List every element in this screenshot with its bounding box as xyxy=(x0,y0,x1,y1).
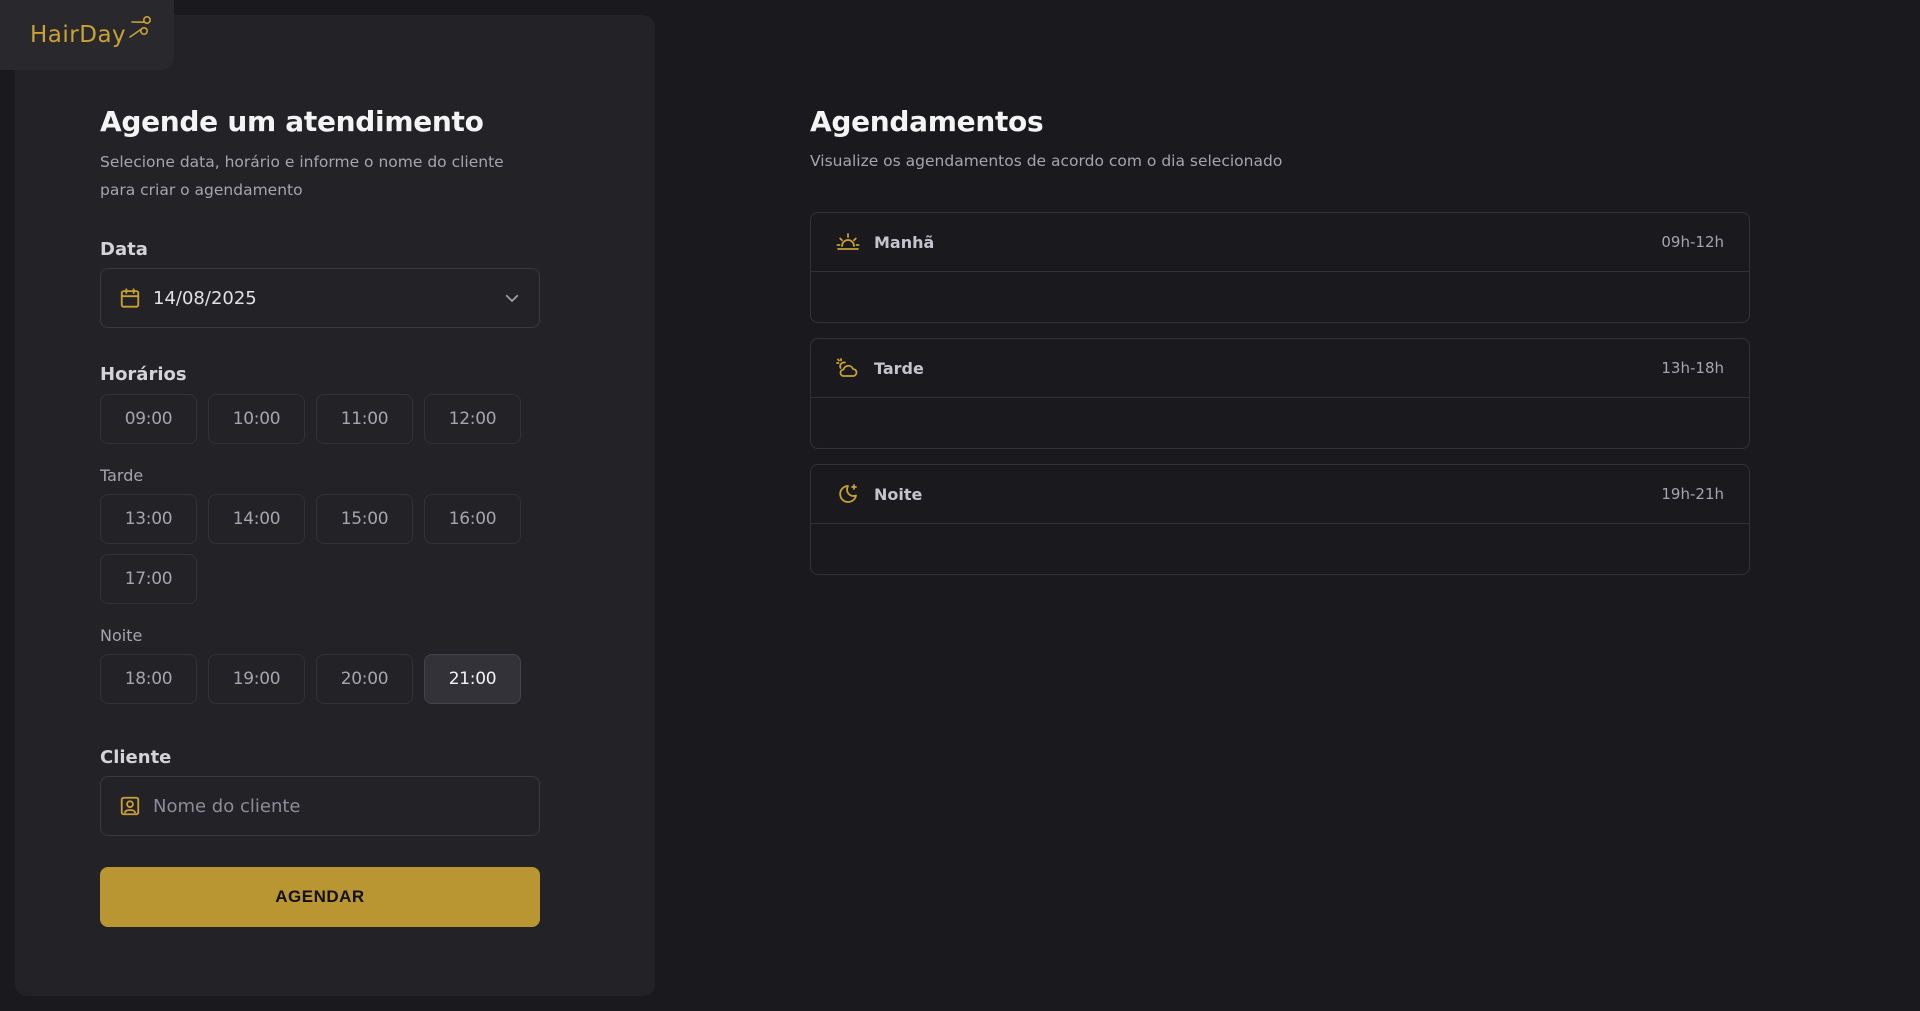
time-slot-1700[interactable]: 17:00 xyxy=(100,554,197,604)
period-card-tarde: Tarde 13h-18h xyxy=(810,338,1750,449)
period-range: 19h-21h xyxy=(1661,485,1724,503)
time-slot-2000[interactable]: 20:00 xyxy=(316,654,413,704)
form-subtitle: Selecione data, horário e informe o nome… xyxy=(100,153,504,199)
noite-label: Noite xyxy=(100,626,143,645)
app-logo: HairDay xyxy=(0,0,174,70)
period-header: Tarde 13h-18h xyxy=(811,339,1749,398)
schedule-description: Visualize os agendamentos de acordo com … xyxy=(810,152,1283,170)
horarios-label: Horários xyxy=(100,364,187,385)
client-name-placeholder: Nome do cliente xyxy=(153,795,301,817)
period-header: Manhã 09h-12h xyxy=(811,213,1749,272)
slots-manha: 09:00 10:00 11:00 12:00 xyxy=(100,394,540,444)
time-slot-1900[interactable]: 19:00 xyxy=(208,654,305,704)
sunrise-icon xyxy=(836,233,860,250)
period-name: Tarde xyxy=(874,358,924,378)
cloud-sun-icon xyxy=(836,358,858,377)
time-slot-1800[interactable]: 18:00 xyxy=(100,654,197,704)
slots-tarde: 13:00 14:00 15:00 16:00 17:00 xyxy=(100,494,540,604)
time-slot-1100[interactable]: 11:00 xyxy=(316,394,413,444)
time-slot-1400[interactable]: 14:00 xyxy=(208,494,305,544)
time-slot-0900[interactable]: 09:00 xyxy=(100,394,197,444)
period-name: Manhã xyxy=(874,232,935,252)
user-square-icon xyxy=(120,796,140,816)
scissors-icon xyxy=(129,15,152,38)
period-range: 09h-12h xyxy=(1661,233,1724,251)
date-value: 14/08/2025 xyxy=(153,287,257,309)
booking-form: Agende um atendimento Selecione data, ho… xyxy=(100,105,540,927)
period-card-manha: Manhã 09h-12h xyxy=(810,212,1750,323)
chevron-down-icon[interactable] xyxy=(503,289,521,307)
client-name-input[interactable]: Nome do cliente xyxy=(100,776,540,836)
time-slot-2100[interactable]: 21:00 xyxy=(424,654,521,704)
time-slot-1000[interactable]: 10:00 xyxy=(208,394,305,444)
period-card-noite: Noite 19h-21h xyxy=(810,464,1750,575)
cliente-label: Cliente xyxy=(100,747,172,768)
agendar-button[interactable]: AGENDAR xyxy=(100,867,540,927)
period-header: Noite 19h-21h xyxy=(811,465,1749,524)
schedule-section: Agendamentos Visualize os agendamentos d… xyxy=(810,105,1750,575)
logo-text: HairDay xyxy=(30,22,127,48)
date-picker[interactable]: 14/08/2025 xyxy=(100,268,540,328)
calendar-icon xyxy=(120,288,140,308)
slots-noite: 18:00 19:00 20:00 21:00 xyxy=(100,654,540,704)
form-title: Agende um atendimento xyxy=(100,105,484,138)
date-label: Data xyxy=(100,239,148,260)
period-name: Noite xyxy=(874,484,923,504)
period-range: 13h-18h xyxy=(1661,359,1724,377)
time-slot-1600[interactable]: 16:00 xyxy=(424,494,521,544)
tarde-label: Tarde xyxy=(100,466,144,485)
moon-star-icon xyxy=(839,484,857,503)
time-slot-1200[interactable]: 12:00 xyxy=(424,394,521,444)
schedule-title: Agendamentos xyxy=(810,105,1044,138)
time-slot-1300[interactable]: 13:00 xyxy=(100,494,197,544)
time-slot-1500[interactable]: 15:00 xyxy=(316,494,413,544)
